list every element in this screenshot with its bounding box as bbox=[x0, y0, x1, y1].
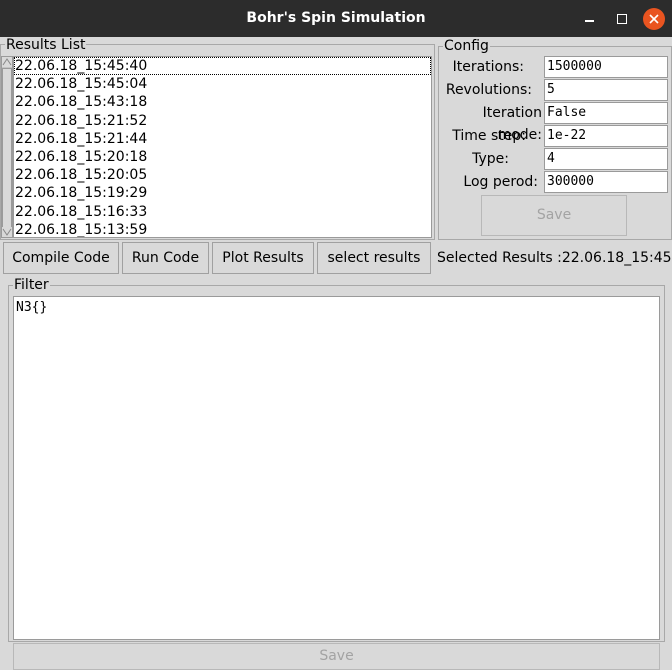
config-label: Config bbox=[443, 38, 490, 54]
type-label: Type: bbox=[472, 151, 509, 167]
list-item[interactable]: 22.06.18_15:21:44 bbox=[14, 130, 431, 148]
compile-code-button[interactable]: Compile Code bbox=[3, 242, 119, 274]
maximize-icon[interactable] bbox=[612, 9, 632, 29]
results-listbox[interactable]: 22.06.18_15:45:40 22.06.18_15:45:04 22.0… bbox=[13, 56, 432, 238]
config-save-button[interactable]: Save bbox=[481, 195, 627, 236]
title-bar: Bohr's Spin Simulation bbox=[0, 0, 672, 37]
list-item[interactable]: 22.06.18_15:20:18 bbox=[14, 148, 431, 166]
plot-results-button[interactable]: Plot Results bbox=[212, 242, 314, 274]
iteration-mode-field[interactable]: False bbox=[544, 102, 668, 124]
window-title: Bohr's Spin Simulation bbox=[246, 10, 426, 26]
filter-save-button[interactable]: Save bbox=[13, 643, 660, 670]
minimize-icon[interactable] bbox=[580, 9, 600, 29]
list-item[interactable]: 22.06.18_15:45:04 bbox=[14, 75, 431, 93]
run-code-button[interactable]: Run Code bbox=[122, 242, 209, 274]
select-results-button[interactable]: select results bbox=[317, 242, 431, 274]
revolutions-label: Revolutions: bbox=[445, 82, 532, 98]
scroll-down-icon[interactable] bbox=[2, 227, 12, 237]
log-period-label: Log perod: bbox=[463, 174, 538, 190]
iterations-field[interactable]: 1500000 bbox=[544, 56, 668, 78]
list-item[interactable]: 22.06.18_15:19:29 bbox=[14, 184, 431, 202]
time-step-field[interactable]: 1e-22 bbox=[544, 125, 668, 147]
time-step-label: Time step: bbox=[452, 128, 526, 144]
results-list-scrollbar[interactable] bbox=[1, 56, 13, 238]
list-item[interactable]: 22.06.18_15:13:59 bbox=[14, 221, 431, 237]
filter-label: Filter bbox=[13, 277, 50, 293]
type-field[interactable]: 4 bbox=[544, 148, 668, 170]
scroll-up-icon[interactable] bbox=[2, 57, 12, 67]
log-period-field[interactable]: 300000 bbox=[544, 171, 668, 193]
list-item[interactable]: 22.06.18_15:45:40 bbox=[14, 57, 431, 76]
list-item[interactable]: 22.06.18_15:21:52 bbox=[14, 112, 431, 130]
iterations-label: Iterations: bbox=[452, 59, 524, 75]
list-item[interactable]: 22.06.18_15:43:18 bbox=[14, 93, 431, 111]
selected-results-status: Selected Results :22.06.18_15:45:40 bbox=[437, 250, 672, 266]
close-icon[interactable] bbox=[643, 8, 665, 30]
list-item[interactable]: 22.06.18_15:20:05 bbox=[14, 166, 431, 184]
list-item[interactable]: 22.06.18_15:16:33 bbox=[14, 203, 431, 221]
filter-textarea[interactable]: N3{} bbox=[13, 296, 660, 640]
scroll-thumb[interactable] bbox=[2, 68, 12, 228]
revolutions-field[interactable]: 5 bbox=[544, 79, 668, 101]
results-list-label: Results List bbox=[5, 37, 87, 53]
